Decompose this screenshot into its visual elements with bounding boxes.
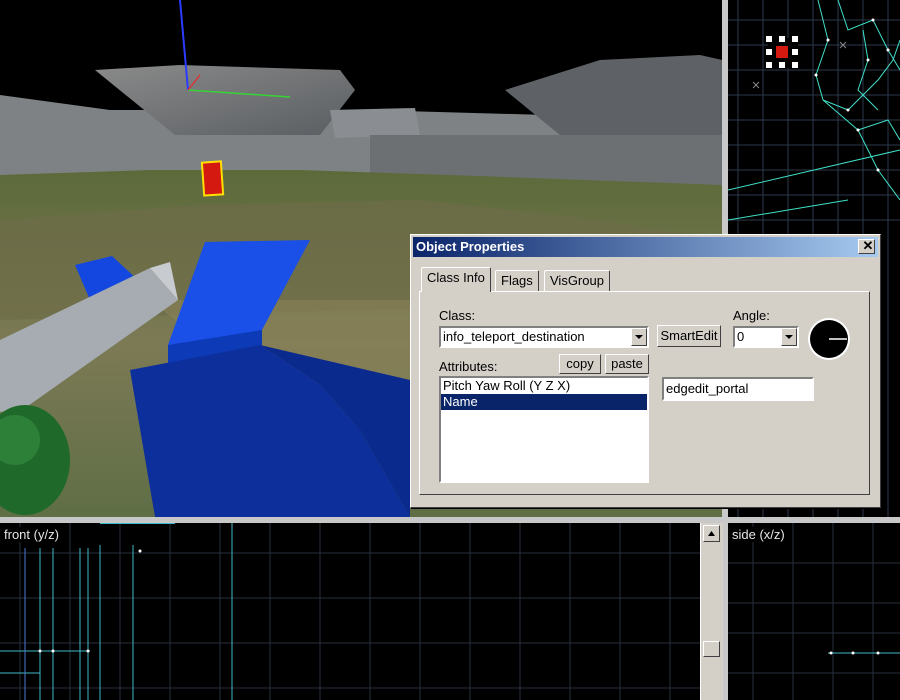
viewport-splitter-horizontal[interactable] (0, 517, 900, 523)
side-viewport[interactable]: side (x/z) (728, 523, 900, 700)
attributes-list[interactable]: Pitch Yaw Roll (Y Z X) Name (439, 376, 649, 483)
front-grid (0, 523, 722, 700)
front-viewport[interactable]: front (y/z) (0, 523, 722, 700)
close-icon: ✕ (862, 238, 874, 253)
front-viewport-scrollbar[interactable] (700, 523, 723, 700)
smartedit-button[interactable]: SmartEdit (657, 325, 721, 347)
object-properties-dialog: Object Properties ✕ Class Info Flags Vis… (410, 234, 881, 508)
copy-button[interactable]: copy (559, 354, 601, 374)
chevron-down-icon[interactable] (781, 328, 797, 346)
attribute-value-input[interactable]: edgedit_portal (662, 377, 814, 401)
attributes-label: Attributes: (439, 359, 498, 374)
dialog-title: Object Properties (416, 239, 525, 254)
angle-label: Angle: (733, 308, 770, 323)
list-item[interactable]: Pitch Yaw Roll (Y Z X) (441, 378, 647, 394)
side-grid (728, 523, 900, 700)
angle-select-value: 0 (737, 329, 745, 344)
tab-class-info[interactable]: Class Info (421, 267, 491, 292)
scroll-thumb[interactable] (703, 641, 720, 657)
chevron-down-icon[interactable] (631, 328, 647, 346)
class-select[interactable]: info_teleport_destination (439, 326, 649, 348)
selected-entity-marker (766, 36, 798, 68)
list-item-selected[interactable]: Name (441, 394, 647, 410)
up-arrow-icon (708, 531, 715, 536)
paste-button[interactable]: paste (605, 354, 649, 374)
front-viewport-label: front (y/z) (2, 527, 61, 542)
angle-dial[interactable] (807, 317, 851, 361)
class-select-value: info_teleport_destination (443, 329, 585, 344)
close-button[interactable]: ✕ (858, 239, 875, 254)
dialog-titlebar[interactable]: Object Properties ✕ (413, 237, 878, 257)
angle-dial-icon (808, 318, 850, 360)
class-label: Class: (439, 308, 476, 323)
side-viewport-label: side (x/z) (730, 527, 787, 542)
tab-flags[interactable]: Flags (495, 270, 539, 292)
scroll-up-button[interactable] (703, 525, 720, 542)
tab-visgroup[interactable]: VisGroup (544, 270, 610, 292)
angle-select[interactable]: 0 (733, 326, 799, 348)
